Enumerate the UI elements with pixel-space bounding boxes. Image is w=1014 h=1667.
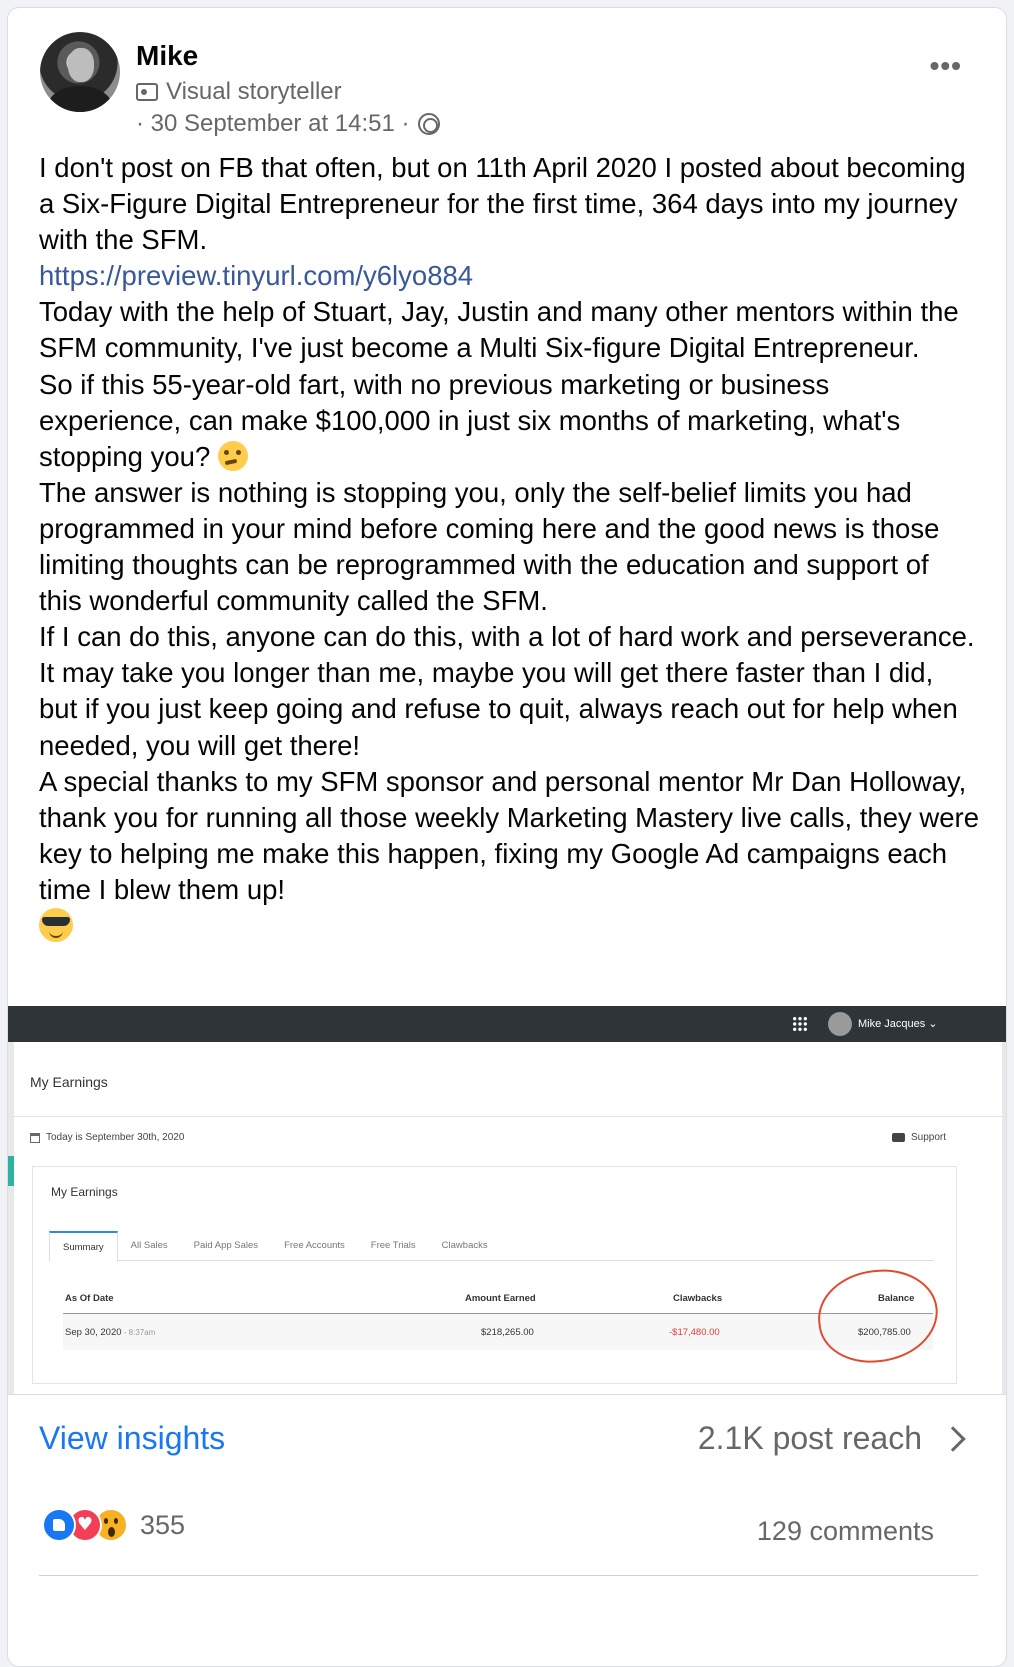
calendar-icon — [30, 1132, 40, 1143]
tab-clawbacks: Clawbacks — [441, 1240, 488, 1251]
row-time: - 8:37am — [121, 1328, 156, 1337]
badge-icon — [136, 83, 158, 101]
screenshot-page-title: My Earnings — [30, 1074, 108, 1090]
globe-icon[interactable] — [417, 113, 440, 135]
avatar-face — [68, 48, 94, 82]
post-paragraph: If I can do this, anyone can do this, wi… — [39, 621, 975, 761]
screenshot-support-label: Support — [910, 1132, 946, 1143]
sunglasses-face-emoji — [39, 907, 73, 942]
post-timestamp[interactable]: · 30 September at 14:51 · — [136, 110, 410, 138]
tab-free-trials: Free Trials — [370, 1240, 416, 1251]
tab-all-sales: All Sales — [130, 1240, 168, 1251]
avatar-shirt — [48, 86, 112, 112]
tab-summary: Summary — [49, 1231, 118, 1262]
post-paragraph: A special thanks to my SFM sponsor and p… — [39, 765, 980, 905]
post-text: I don't post on FB that often, but on 11… — [39, 150, 979, 946]
row-clawbacks: -$17,480.00 — [669, 1327, 720, 1338]
post-reach[interactable]: 2.1K post reach — [698, 1420, 922, 1457]
earnings-panel-title: My Earnings — [51, 1185, 118, 1199]
post-card: Mike Visual storyteller · 30 September a… — [7, 7, 1007, 1667]
divider — [14, 1116, 1002, 1117]
author-role-label: Visual storyteller — [166, 78, 342, 105]
screenshot-avatar — [828, 1012, 852, 1036]
thinking-face-emoji — [217, 440, 248, 471]
side-accent — [8, 1156, 14, 1186]
view-insights-link[interactable]: View insights — [39, 1420, 225, 1457]
divider — [39, 1575, 978, 1576]
post-image-earnings-screenshot[interactable]: Mike Jacques ⌄ My Earnings Today is Sept… — [8, 1006, 1006, 1394]
divider — [8, 1394, 1006, 1395]
tab-paid-app-sales: Paid App Sales — [193, 1240, 259, 1251]
header-amount-earned: Amount Earned — [465, 1293, 536, 1304]
comments-count-link[interactable]: 129 comments — [757, 1516, 934, 1547]
earnings-tabs: Summary All Sales Paid App Sales Free Ac… — [49, 1231, 934, 1262]
more-options-button[interactable]: ••• — [930, 50, 962, 82]
author-avatar[interactable] — [40, 32, 120, 112]
post-paragraph: So if this 55-year-old fart, with no pre… — [39, 368, 901, 472]
reactions-count: 355 — [140, 1509, 186, 1540]
tab-free-accounts: Free Accounts — [284, 1240, 345, 1251]
screenshot-top-bar: Mike Jacques ⌄ — [8, 1006, 1006, 1042]
reactions-summary[interactable]: 355 — [42, 1508, 185, 1542]
post-link[interactable]: https://preview.tinyurl.com/y6lyo884 — [39, 260, 473, 291]
chevron-right-icon[interactable] — [940, 1426, 966, 1452]
post-meta: · 30 September at 14:51 · — [136, 110, 440, 138]
row-date: Sep 30, 2020 - 8:37am — [65, 1327, 156, 1338]
like-reaction-icon — [42, 1508, 76, 1542]
screenshot-support: Support — [891, 1132, 946, 1143]
author-role: Visual storyteller — [136, 78, 342, 106]
post-paragraph: The answer is nothing is stopping you, o… — [39, 476, 940, 617]
screenshot-date: Today is September 30th, 2020 — [30, 1132, 184, 1143]
screenshot-date-label: Today is September 30th, 2020 — [46, 1132, 185, 1143]
chat-icon — [891, 1133, 905, 1142]
earnings-panel: My Earnings Summary All Sales Paid App S… — [32, 1166, 957, 1384]
apps-grid-icon — [792, 1016, 808, 1032]
header-as-of-date: As Of Date — [65, 1293, 114, 1304]
header-clawbacks: Clawbacks — [673, 1293, 723, 1304]
screenshot-user-name: Mike Jacques ⌄ — [858, 1018, 938, 1030]
row-amount-earned: $218,265.00 — [481, 1327, 534, 1338]
post-paragraph: Today with the help of Stuart, Jay, Just… — [39, 296, 959, 364]
author-name[interactable]: Mike — [136, 40, 198, 72]
post-paragraph: I don't post on FB that often, but on 11… — [39, 152, 966, 256]
